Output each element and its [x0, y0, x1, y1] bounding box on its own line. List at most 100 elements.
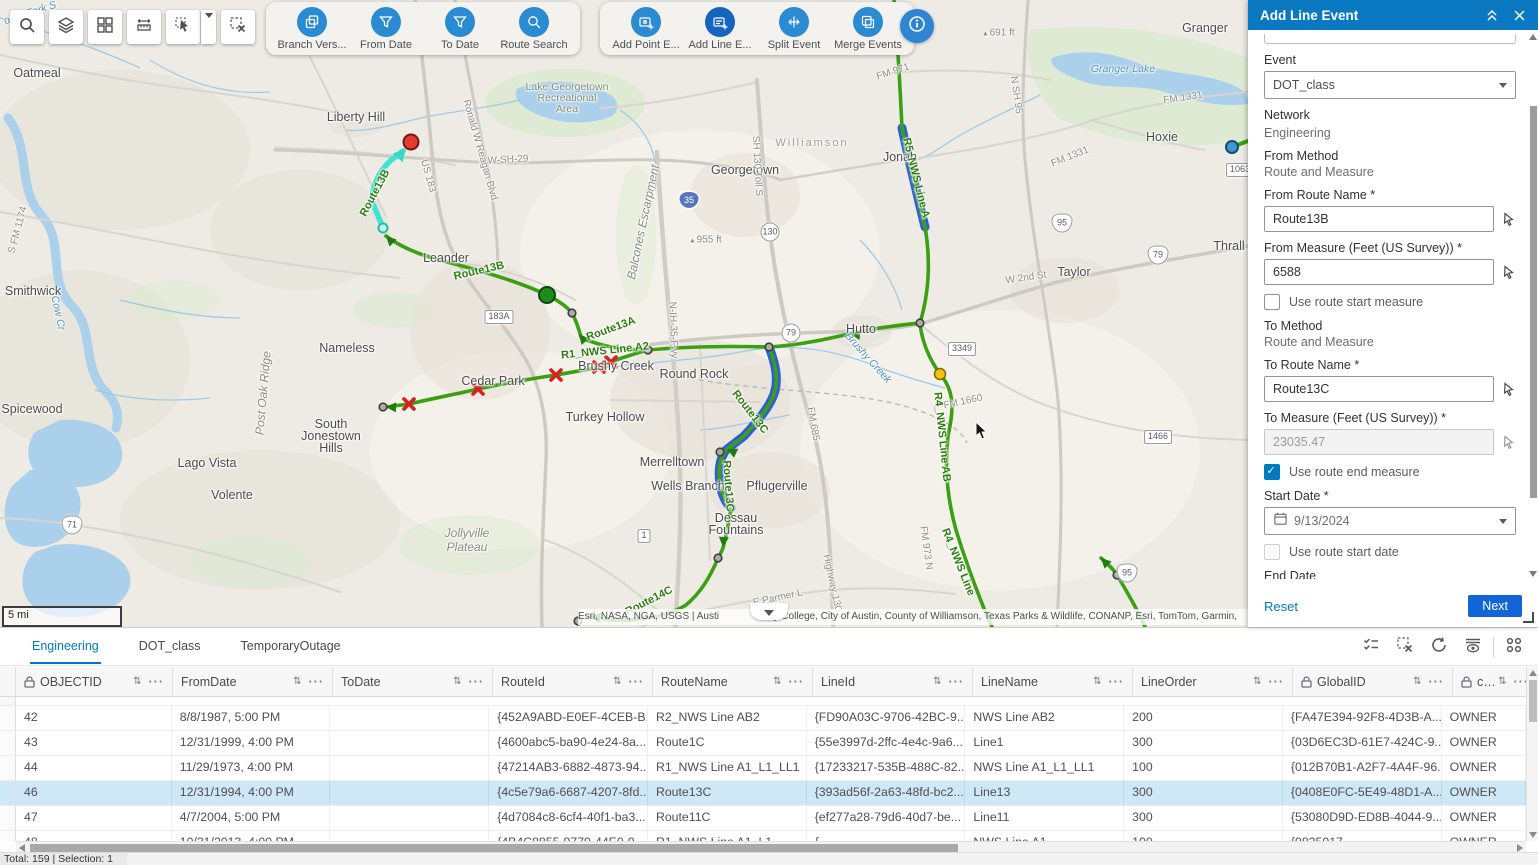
next-button[interactable]: Next: [1468, 595, 1522, 617]
selection-tool[interactable]: [166, 10, 200, 44]
split-event-button[interactable]: Split Event: [758, 7, 830, 51]
table-row[interactable]: 4810/31/2013, 4:00 PM{4B4C8855-9779-44E0…: [0, 831, 1526, 841]
lock-icon: [1301, 676, 1312, 688]
column-header-objectid[interactable]: OBJECTID⇅···: [16, 667, 173, 696]
show-selected-records-button[interactable]: [1357, 633, 1385, 661]
panel-resize-handle[interactable]: [1523, 612, 1534, 623]
table-row[interactable]: 4612/31/1994, 4:00 PM{4c5e79a6-6687-4207…: [0, 781, 1526, 806]
table-cell: Route11C: [648, 806, 807, 830]
column-header-todate[interactable]: ToDate⇅···: [333, 667, 493, 696]
column-header-linename[interactable]: LineName⇅···: [973, 667, 1133, 696]
scroll-down-icon[interactable]: [1529, 571, 1537, 577]
pick-from-measure-on-map-icon[interactable]: [1500, 264, 1516, 280]
to-measure-label: To Measure (Feet (US Survey)) *: [1264, 411, 1516, 425]
use-route-start-measure-checkbox[interactable]: [1264, 294, 1280, 310]
pick-from-route-on-map-icon[interactable]: [1500, 211, 1516, 227]
pick-to-measure-on-map-icon[interactable]: [1500, 434, 1516, 450]
attribution-collapse-tab[interactable]: [750, 603, 788, 620]
sort-icon[interactable]: ⇅: [1413, 676, 1421, 687]
sort-icon[interactable]: ⇅: [293, 676, 301, 687]
table-options-button[interactable]: [1500, 633, 1528, 661]
scroll-left-icon[interactable]: [19, 844, 25, 852]
add-point-event-button[interactable]: Add Point E...: [610, 7, 682, 51]
table-vertical-scrollbar[interactable]: [1526, 667, 1538, 841]
table-cell: {17233217-535B-488C-82...: [807, 756, 966, 780]
column-menu-icon[interactable]: ···: [789, 675, 805, 689]
event-select[interactable]: DOT_class: [1264, 71, 1516, 99]
table-row[interactable]: 428/8/1987, 5:00 PM{452A9ABD-E0EF-4CEB-B…: [0, 706, 1526, 731]
layers-tool[interactable]: [49, 10, 83, 44]
column-menu-icon[interactable]: ···: [949, 675, 965, 689]
identify-info-button[interactable]: [900, 9, 934, 43]
pick-to-route-on-map-icon[interactable]: [1500, 381, 1516, 397]
map-canvas[interactable]: OatmealLiberty HillSmithwickNamelessSpic…: [0, 0, 1248, 627]
table-cell: 100: [1124, 756, 1283, 780]
tab-dot_class[interactable]: DOT_class: [137, 629, 203, 664]
sort-icon[interactable]: ⇅: [1253, 676, 1261, 687]
use-route-start-date-checkbox[interactable]: [1264, 544, 1280, 560]
sort-icon[interactable]: ⇅: [613, 676, 621, 687]
column-header-lineid[interactable]: LineId⇅···: [813, 667, 973, 696]
column-header-routeid[interactable]: RouteId⇅···: [493, 667, 653, 696]
tab-engineering[interactable]: Engineering: [30, 629, 101, 664]
column-header-lineorder[interactable]: LineOrder⇅···: [1133, 667, 1293, 696]
column-menu-icon[interactable]: ···: [1269, 675, 1285, 689]
column-menu-icon[interactable]: ···: [149, 675, 165, 689]
use-route-end-measure-checkbox[interactable]: [1264, 464, 1280, 480]
table-row[interactable]: 4411/29/1973, 4:00 PM{47214AB3-6882-4873…: [0, 756, 1526, 781]
sort-icon[interactable]: ⇅: [933, 676, 941, 687]
sort-icon[interactable]: ⇅: [1093, 676, 1101, 687]
horizontal-scrollbar-thumb[interactable]: [30, 844, 958, 852]
column-menu-icon[interactable]: ···: [469, 675, 485, 689]
search-tool[interactable]: [10, 10, 44, 44]
branch-versions-icon: [297, 7, 327, 37]
column-menu-icon[interactable]: ···: [309, 675, 325, 689]
branch-versions-button[interactable]: Branch Vers...: [276, 7, 348, 51]
scroll-up-icon[interactable]: [1529, 670, 1537, 676]
from-measure-input[interactable]: 6588: [1264, 259, 1494, 285]
clear-table-selection-button[interactable]: [1391, 633, 1419, 661]
table-row[interactable]: 474/7/2004, 5:00 PM{4d7084c8-6cf4-40f1-b…: [0, 806, 1526, 831]
scroll-up-icon[interactable]: [1529, 34, 1537, 40]
to-measure-input[interactable]: 23035.47: [1264, 429, 1494, 455]
merge-events-button[interactable]: Merge Events: [832, 7, 904, 51]
selection-dropdown-caret[interactable]: [201, 10, 216, 44]
add-line-event-icon: [705, 7, 735, 37]
clear-selection-tool[interactable]: [221, 10, 255, 44]
column-menu-icon[interactable]: ···: [1109, 675, 1125, 689]
column-menu-icon[interactable]: ···: [629, 675, 645, 689]
column-header-fromdate[interactable]: FromDate⇅···: [173, 667, 333, 696]
collapse-panel-icon[interactable]: [1485, 8, 1499, 22]
route-search-button[interactable]: Route Search: [498, 7, 570, 51]
measure-tool[interactable]: [127, 10, 161, 44]
table-row[interactable]: 4312/31/1999, 4:00 PM{4600abc5-ba90-4e24…: [0, 731, 1526, 756]
table-cell: 300: [1124, 781, 1283, 805]
sort-icon[interactable]: ⇅: [453, 676, 461, 687]
sort-icon[interactable]: ⇅: [133, 676, 141, 687]
scroll-right-icon[interactable]: [1517, 844, 1523, 852]
scroll-down-icon[interactable]: [1529, 832, 1537, 838]
column-header-routename[interactable]: RouteName⇅···: [653, 667, 813, 696]
add-line-event-button[interactable]: Add Line E...: [684, 7, 756, 51]
to-route-name-input[interactable]: Route13C: [1264, 376, 1494, 402]
table-gutter: [0, 706, 16, 730]
basemap-tool[interactable]: [88, 10, 122, 44]
panel-scrollbar[interactable]: [1528, 34, 1537, 577]
filter-by-map-extent-button[interactable]: [1459, 633, 1487, 661]
reset-button[interactable]: Reset: [1264, 599, 1298, 614]
vertical-scrollbar-thumb[interactable]: [1529, 680, 1537, 722]
to-date-button[interactable]: To Date: [424, 7, 496, 51]
tab-temporaryoutage[interactable]: TemporaryOutage: [239, 629, 343, 664]
panel-scrollbar-thumb[interactable]: [1530, 106, 1537, 498]
from-date-button[interactable]: From Date: [350, 7, 422, 51]
column-menu-icon[interactable]: ···: [1429, 675, 1445, 689]
add-point-event-button-label: Add Point E...: [612, 39, 679, 51]
start-date-input[interactable]: 9/13/2024: [1264, 507, 1516, 535]
from-route-name-input[interactable]: Route13B: [1264, 206, 1494, 232]
refresh-table-button[interactable]: [1425, 633, 1453, 661]
sort-icon[interactable]: ⇅: [773, 676, 781, 687]
close-panel-icon[interactable]: [1513, 9, 1526, 22]
sort-icon[interactable]: ⇅: [1498, 676, 1506, 687]
column-header-globalid[interactable]: GlobalID⇅···: [1293, 667, 1453, 696]
table-cell: {FD90A03C-9706-42BC-9...: [807, 706, 966, 730]
